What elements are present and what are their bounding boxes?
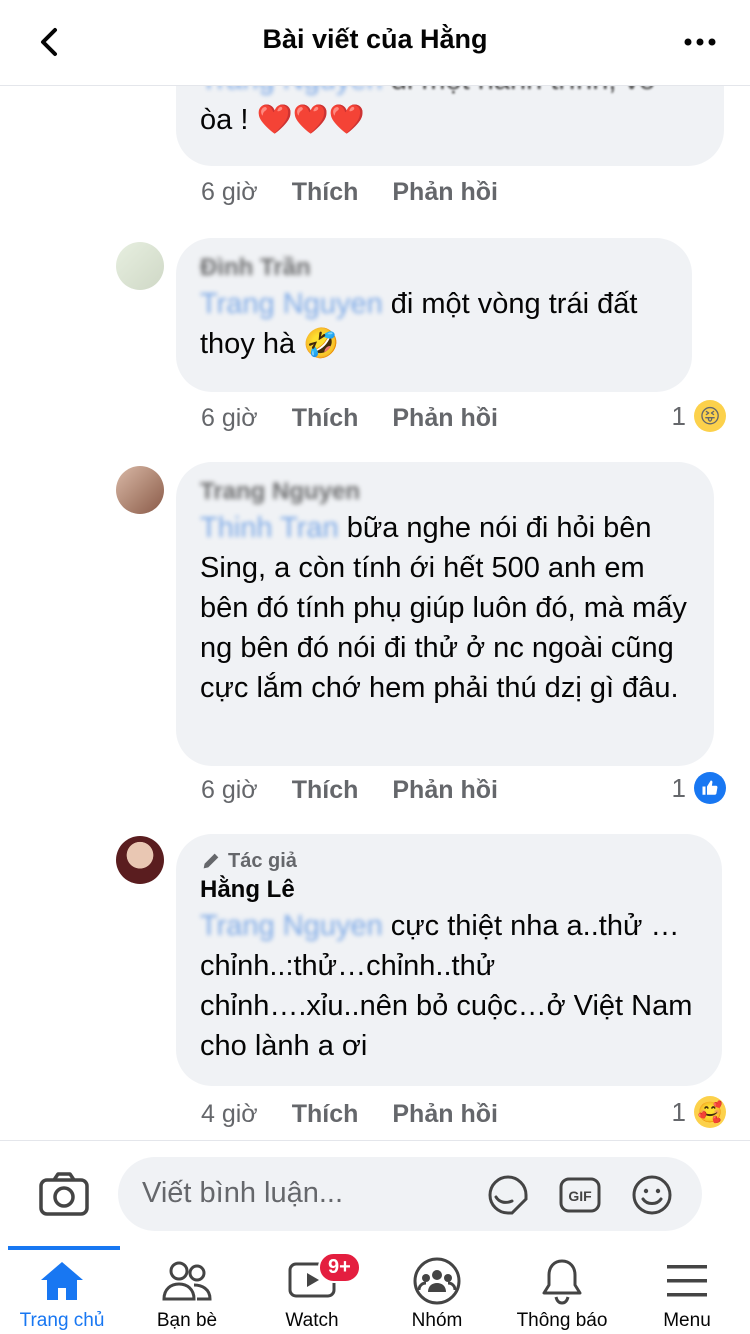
more-options-icon[interactable] <box>680 22 720 62</box>
laughing-emoji: 🤣 <box>303 328 340 360</box>
reaction-summary[interactable]: 1 🥰 <box>672 1096 726 1128</box>
care-reaction-icon: 🥰 <box>694 1096 726 1128</box>
sticker-icon[interactable] <box>486 1173 530 1217</box>
reaction-count: 1 <box>671 772 686 803</box>
comment-bubble: Tác giả Hằng Lê Trang Nguyen cực thiệt n… <box>176 834 722 1086</box>
comment-time: 6 giờ <box>201 178 258 206</box>
tab-home[interactable]: Trang chủ <box>0 1256 124 1332</box>
active-tab-indicator <box>8 1246 120 1250</box>
heart-emoji: ❤️❤️❤️ <box>256 104 365 136</box>
comment-actions: 6 giờ Thích Phản hồi <box>201 404 498 433</box>
reaction-summary[interactable]: 1 <box>672 772 726 804</box>
avatar[interactable] <box>116 466 164 514</box>
reply-button[interactable]: Phản hồi <box>392 1100 498 1129</box>
bell-icon <box>542 1259 582 1305</box>
comment-bubble: Trang Nguyen đi một hành trình, vỡ òa ! … <box>176 86 724 166</box>
tab-groups[interactable]: Nhóm <box>375 1256 499 1332</box>
groups-icon <box>413 1257 461 1305</box>
tab-notifications[interactable]: Thông báo <box>500 1256 624 1332</box>
like-button[interactable]: Thích <box>292 404 359 433</box>
commenter-name[interactable]: Hằng Lê <box>200 874 698 906</box>
camera-icon[interactable] <box>38 1171 90 1217</box>
author-badge: Tác giả <box>228 850 297 872</box>
mention-link[interactable]: Trang Nguyen <box>200 288 383 320</box>
reaction-summary[interactable]: 1 😝 <box>672 400 726 432</box>
like-reaction-icon <box>694 772 726 804</box>
comment-placeholder: Viết bình luận... <box>142 1177 344 1209</box>
reply-button[interactable]: Phản hồi <box>392 776 498 805</box>
comment-bubble: Đình Trần Trang Nguyen đi một vòng trái … <box>176 238 692 392</box>
comment-actions: 6 giờ Thích Phản hồi <box>201 178 498 207</box>
tab-menu[interactable]: Menu <box>625 1256 749 1332</box>
commenter-name[interactable]: Trang Nguyen <box>200 478 360 505</box>
comment-input[interactable]: Viết bình luận... GIF <box>118 1157 702 1231</box>
comment-bubble: Trang Nguyen Thinh Tran bữa nghe nói đi … <box>176 462 714 766</box>
comment-text: òa ! <box>200 104 257 136</box>
notification-badge: 9+ <box>318 1252 361 1283</box>
menu-icon <box>667 1265 707 1297</box>
bottom-tab-bar: Trang chủ Bạn bè 9+ Watch Nhóm Thông báo… <box>0 1246 750 1334</box>
comment-actions: 4 giờ Thích Phản hồi <box>201 1100 498 1129</box>
like-button[interactable]: Thích <box>292 178 359 207</box>
like-button[interactable]: Thích <box>292 1100 359 1129</box>
pencil-icon <box>203 853 219 869</box>
gif-icon[interactable]: GIF <box>558 1173 602 1217</box>
avatar[interactable] <box>116 242 164 290</box>
svg-text:GIF: GIF <box>568 1188 592 1204</box>
reaction-count: 1 <box>671 400 686 431</box>
friends-icon <box>162 1261 212 1301</box>
commenter-name[interactable]: Đình Trần <box>200 254 311 281</box>
comment-text-fragment: đi một hành trình, vỡ <box>391 86 658 96</box>
tab-watch[interactable]: 9+ Watch <box>250 1252 374 1332</box>
mention-link[interactable]: Thinh Tran <box>200 512 339 544</box>
comment-composer: Viết bình luận... GIF <box>0 1140 750 1246</box>
reaction-count: 1 <box>671 1096 686 1127</box>
page-title: Bài viết của Hằng <box>262 24 488 54</box>
comment-time: 6 giờ <box>201 776 258 804</box>
haha-reaction-icon: 😝 <box>694 400 726 432</box>
mention-link[interactable]: Trang Nguyen <box>200 910 383 942</box>
top-bar: Bài viết của Hằng <box>0 0 750 86</box>
reply-button[interactable]: Phản hồi <box>392 178 498 207</box>
reply-button[interactable]: Phản hồi <box>392 404 498 433</box>
tab-friends[interactable]: Bạn bè <box>125 1256 249 1332</box>
comment-time: 6 giờ <box>201 404 258 432</box>
emoji-icon[interactable] <box>630 1173 674 1217</box>
comments-list: Trang Nguyen đi một hành trình, vỡ òa ! … <box>0 86 750 1140</box>
comment-time: 4 giờ <box>201 1100 258 1128</box>
like-button[interactable]: Thích <box>292 776 359 805</box>
comment-actions: 6 giờ Thích Phản hồi <box>201 776 498 805</box>
author-avatar[interactable] <box>116 836 164 884</box>
home-icon <box>41 1262 83 1300</box>
mention-link[interactable]: Trang Nguyen <box>200 86 383 96</box>
